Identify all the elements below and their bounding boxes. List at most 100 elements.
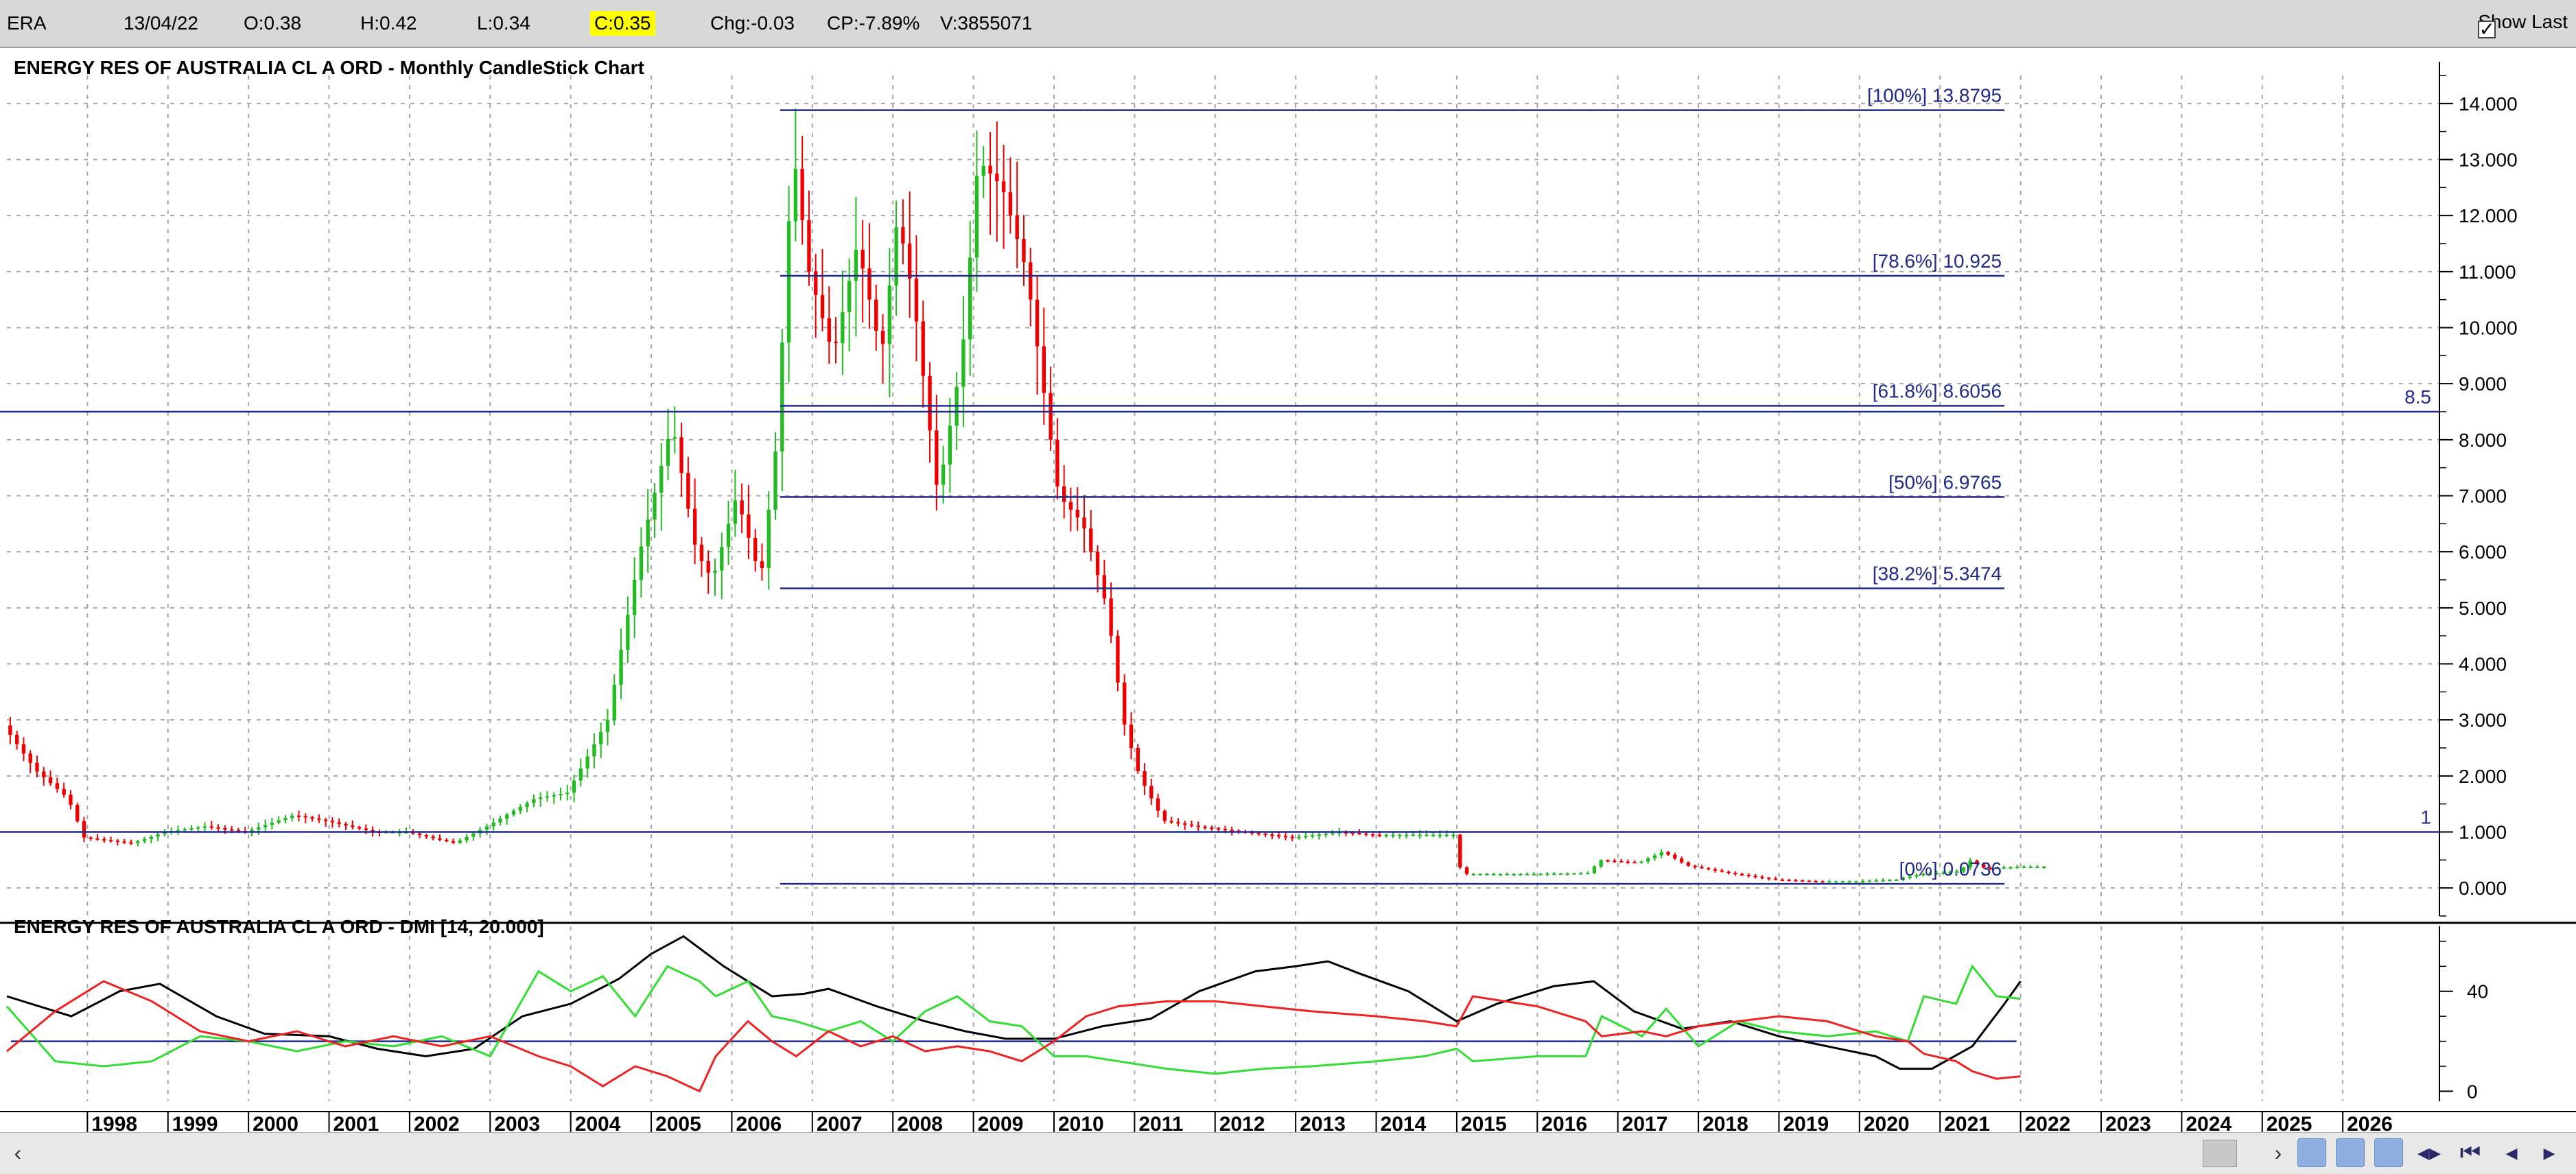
candle-body — [48, 777, 53, 784]
candle-body — [270, 822, 274, 825]
candle-body — [1438, 834, 1442, 836]
scroll-right-icon[interactable]: › — [2264, 1137, 2292, 1169]
year-tick-label: 2009 — [978, 1113, 1024, 1132]
candle-body — [1230, 830, 1234, 832]
scroll-left-icon[interactable]: ‹ — [4, 1137, 32, 1169]
chart-canvas[interactable]: 0.000 1.000 2.000 3.000 4.000 5.000 6.000 7.000… — [0, 48, 2576, 1132]
candle-body — [525, 803, 529, 807]
candle-body — [1129, 724, 1134, 748]
candle-body — [1666, 852, 1670, 855]
price-tick-label: 2.000 — [2459, 766, 2507, 787]
export-chart-icon[interactable] — [2374, 1138, 2403, 1167]
checkbox-icon[interactable]: ✓ — [2478, 19, 2496, 40]
candle-body — [1552, 873, 1556, 876]
candle-body — [21, 744, 26, 754]
horizontal-line-label: 8.5 — [2404, 386, 2431, 408]
candle-body — [1740, 873, 1744, 876]
year-tick-label: 2014 — [1381, 1113, 1427, 1132]
candle-body — [1444, 834, 1449, 836]
candle-body — [1357, 833, 1361, 835]
candle-body — [1075, 509, 1079, 518]
candle-body — [1431, 834, 1436, 836]
candle-body — [1464, 867, 1469, 874]
candle-body — [935, 430, 939, 485]
scroll-thumb[interactable] — [2203, 1140, 2237, 1167]
candle-body — [1626, 861, 1630, 863]
candle-body — [2042, 867, 2046, 869]
candle-body — [263, 825, 268, 827]
symbol-label: ERA — [7, 12, 47, 34]
candle-body — [1733, 873, 1737, 875]
candle-body — [1089, 528, 1093, 552]
candle-body — [1277, 835, 1281, 837]
candle-body — [1700, 867, 1704, 869]
candle-body — [491, 822, 495, 827]
candle-body — [827, 318, 831, 342]
candle-body — [921, 321, 925, 376]
candle-body — [1639, 861, 1643, 863]
candle-body — [552, 795, 556, 797]
candle-body — [1867, 880, 1872, 882]
candle-body — [1572, 873, 1576, 875]
candle-body — [303, 816, 307, 818]
candle-body — [1162, 810, 1167, 821]
candle-body — [847, 281, 852, 312]
next-icon[interactable]: ▸ — [2536, 1136, 2563, 1170]
candle-body — [1820, 881, 1825, 883]
candle-body — [1049, 392, 1053, 440]
candle-body — [2028, 867, 2033, 869]
candle-body — [679, 437, 683, 473]
candle-body — [800, 169, 804, 220]
print-chart-icon[interactable] — [2336, 1138, 2365, 1167]
candle-body — [887, 285, 892, 344]
candle-body — [209, 826, 214, 828]
save-chart-icon[interactable] — [2297, 1138, 2326, 1167]
candle-body — [1035, 299, 1040, 347]
show-last-toggle[interactable]: ✓ Show Last — [2478, 10, 2568, 40]
candle-body — [1290, 836, 1294, 838]
candle-body — [230, 829, 234, 831]
year-tick-label: 2006 — [736, 1113, 782, 1132]
candle-body — [216, 827, 220, 829]
candle-body — [545, 796, 550, 798]
candle-body — [1632, 862, 1637, 864]
year-tick-label: 2017 — [1622, 1113, 1668, 1132]
year-tick-label: 2012 — [1219, 1113, 1265, 1132]
candle-body — [1263, 833, 1267, 835]
candle-body — [834, 341, 838, 344]
candle-body — [1149, 786, 1154, 799]
fibonacci-label: [61.8%] 8.6056 — [1873, 380, 2002, 401]
candle-body — [1512, 873, 1516, 876]
candle-body — [484, 826, 489, 830]
year-tick-label: 2018 — [1702, 1113, 1748, 1132]
candle-body — [75, 805, 80, 821]
candle-body — [1814, 880, 1818, 882]
candle-body — [2022, 867, 2026, 869]
first-page-icon[interactable]: ⏮ — [2457, 1136, 2484, 1170]
candle-body — [706, 561, 710, 573]
candle-body — [1579, 873, 1583, 875]
candle-body — [1324, 833, 1328, 835]
candle-body — [1834, 881, 1838, 883]
candle-body — [572, 780, 576, 793]
candle-body — [760, 561, 764, 568]
candle-body — [1451, 834, 1455, 836]
candle-body — [1210, 827, 1214, 829]
candle-body — [1310, 835, 1315, 837]
previous-icon[interactable]: ◂ — [2498, 1136, 2525, 1170]
candle-body — [626, 615, 630, 650]
open-label: O:0.38 — [244, 12, 302, 34]
candle-body — [1592, 866, 1597, 873]
candle-body — [632, 580, 637, 615]
candle-body — [619, 650, 623, 685]
horizontal-scrollbar[interactable]: ‹ › ◂▸ ⏮ ◂ ▸ — [0, 1132, 2576, 1174]
candle-body — [1686, 862, 1691, 866]
candle-body — [42, 771, 46, 777]
candle-body — [257, 827, 261, 830]
candle-body — [1216, 828, 1221, 830]
candle-body — [686, 473, 690, 509]
zoom-toggle-icon[interactable]: ◂▸ — [2415, 1136, 2443, 1170]
candle-body — [666, 438, 670, 466]
candle-body — [2015, 867, 2019, 869]
candle-body — [82, 821, 86, 838]
